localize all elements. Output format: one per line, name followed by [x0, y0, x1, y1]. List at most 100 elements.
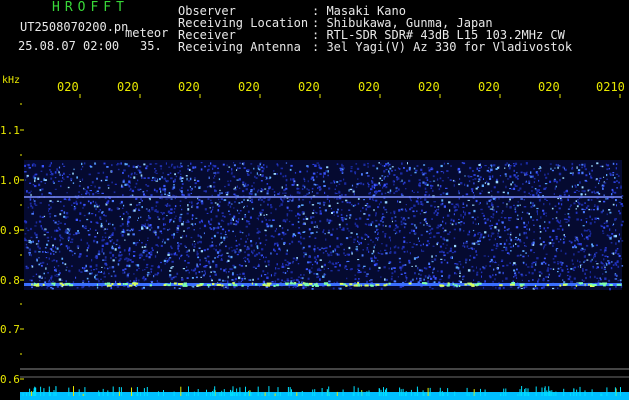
noise-speck	[501, 259, 504, 262]
signal-highlight	[355, 284, 358, 287]
noise-speck	[205, 259, 207, 262]
noise-speck	[119, 202, 122, 205]
noise-speck	[368, 184, 370, 186]
noise-speck	[37, 245, 40, 248]
noise-speck	[129, 203, 132, 206]
noise-speck	[578, 198, 581, 200]
noise-speck	[558, 165, 561, 167]
noise-speck	[445, 192, 448, 195]
noise-speck	[35, 233, 38, 236]
noise-speck	[443, 231, 445, 233]
noise-speck	[143, 163, 146, 166]
noise-speck	[244, 260, 246, 262]
noise-speck	[264, 274, 267, 276]
noise-speck	[52, 180, 55, 183]
noise-speck	[67, 186, 70, 189]
noise-speck	[128, 185, 131, 188]
noise-speck	[552, 242, 555, 245]
noise-speck	[603, 176, 605, 178]
noise-speck	[489, 177, 492, 180]
noise-speck	[241, 277, 244, 280]
noise-speck	[232, 230, 234, 233]
noise-speck	[577, 184, 579, 186]
noise-speck	[274, 230, 277, 233]
noise-speck	[326, 166, 329, 169]
noise-speck	[525, 263, 527, 266]
noise-speck	[564, 213, 566, 215]
noise-speck	[225, 192, 227, 194]
noise-speck	[281, 227, 284, 230]
noise-speck	[67, 238, 70, 240]
noise-speck	[98, 280, 100, 283]
signal-highlight	[386, 283, 388, 286]
noise-speck	[51, 248, 53, 251]
noise-speck	[522, 183, 524, 185]
noise-speck	[619, 187, 622, 189]
noise-speck	[150, 270, 152, 273]
noise-speck	[178, 250, 180, 253]
noise-speck	[187, 167, 190, 171]
noise-speck	[316, 276, 319, 279]
noise-speck	[301, 188, 304, 190]
noise-speck	[415, 170, 418, 172]
noise-speck	[243, 275, 246, 277]
noise-speck	[226, 286, 229, 290]
noise-speck	[595, 267, 598, 269]
noise-speck	[532, 279, 534, 281]
noise-speck	[24, 164, 26, 167]
noise-speck	[449, 247, 453, 250]
noise-speck	[433, 201, 436, 203]
noise-speck	[346, 214, 348, 217]
noise-speck	[355, 250, 359, 252]
noise-speck	[373, 186, 376, 189]
noise-speck	[227, 183, 230, 186]
noise-speck	[238, 250, 241, 254]
noise-speck	[64, 223, 66, 225]
noise-speck	[366, 205, 370, 208]
noise-speck	[32, 175, 36, 177]
noise-speck	[604, 248, 607, 250]
noise-speck	[220, 225, 222, 228]
noise-speck	[41, 227, 43, 230]
noise-speck	[609, 173, 612, 176]
noise-speck	[543, 187, 547, 190]
noise-speck	[95, 229, 97, 231]
noise-speck	[322, 230, 324, 234]
noise-speck	[431, 261, 434, 263]
noise-speck	[405, 209, 408, 212]
noise-speck	[77, 232, 80, 234]
baseline-spike	[383, 387, 384, 396]
noise-speck	[438, 188, 441, 191]
noise-speck	[99, 216, 102, 219]
noise-speck	[532, 219, 535, 221]
noise-speck	[544, 221, 546, 223]
noise-speck	[134, 172, 136, 175]
noise-speck	[270, 212, 272, 214]
noise-speck	[239, 230, 241, 233]
noise-speck	[28, 254, 31, 256]
noise-speck	[166, 215, 168, 217]
noise-speck	[311, 204, 315, 206]
noise-speck	[555, 235, 558, 238]
noise-speck	[187, 204, 189, 207]
noise-speck	[41, 188, 44, 191]
noise-speck	[621, 204, 624, 207]
noise-speck	[547, 172, 549, 175]
noise-speck	[373, 246, 375, 249]
noise-speck	[411, 190, 413, 192]
noise-speck	[384, 201, 388, 204]
baseline-spike	[68, 387, 70, 396]
noise-speck	[606, 178, 608, 180]
baseline-spike	[234, 392, 236, 396]
noise-speck	[171, 277, 173, 280]
noise-speck	[167, 258, 170, 261]
noise-speck	[537, 280, 539, 283]
noise-speck	[437, 232, 440, 234]
noise-speck	[614, 177, 616, 179]
noise-speck	[473, 235, 476, 237]
noise-speck	[349, 188, 353, 191]
noise-speck	[324, 233, 326, 235]
noise-speck	[284, 259, 287, 261]
noise-speck	[393, 280, 397, 283]
noise-speck	[588, 198, 590, 201]
